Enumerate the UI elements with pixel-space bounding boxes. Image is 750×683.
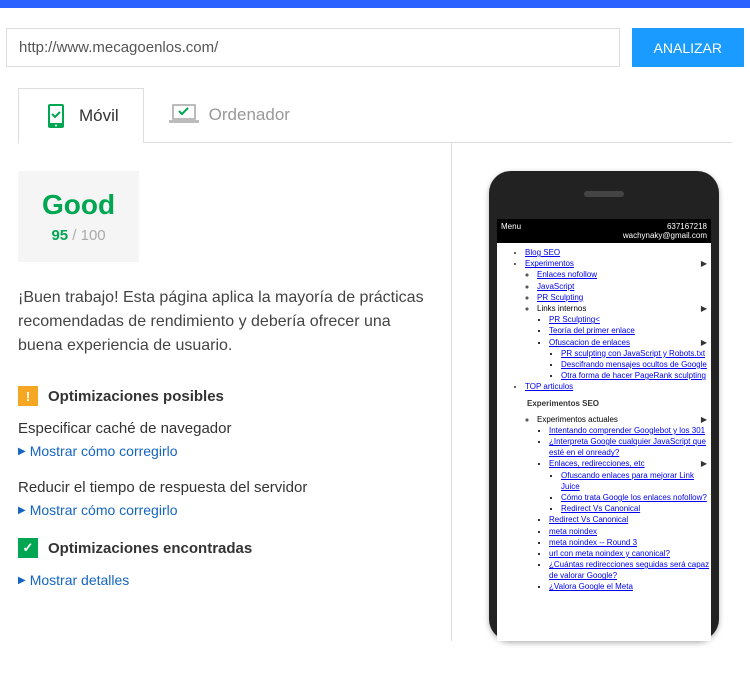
url-row: ANALIZAR <box>6 28 744 67</box>
triangle-icon: ▶ <box>18 505 26 516</box>
preview-link[interactable]: PR Sculpting <box>537 293 583 302</box>
content-row: Good 95 / 100 ¡Buen trabajo! Esta página… <box>18 143 732 641</box>
phone-screen: Menu 637167218wachynaky@gmail.com Blog S… <box>497 219 711 641</box>
analyze-button[interactable]: ANALIZAR <box>632 28 744 67</box>
preview-link[interactable]: Intentando comprender Googlebot y los 30… <box>549 426 705 435</box>
preview-link[interactable]: JavaScript <box>537 282 574 291</box>
preview-contact: 637167218wachynaky@gmail.com <box>623 222 707 240</box>
container: ANALIZAR Móvil Ordenador Good 95 / 100 ¡… <box>0 8 750 641</box>
preview-link[interactable]: meta noindex -- Round 3 <box>549 538 637 547</box>
preview-link[interactable]: Redirect Vs Canonical <box>561 504 640 513</box>
link-text: Mostrar cómo corregirlo <box>30 502 178 518</box>
preview-menu: Menu <box>501 222 521 240</box>
show-details-link[interactable]: ▶ Mostrar detalles <box>18 572 429 588</box>
mobile-check-icon <box>43 103 69 129</box>
preview-link[interactable]: Blog SEO <box>525 248 560 257</box>
preview-text: Experimentos actuales <box>537 415 618 424</box>
preview-link[interactable]: PR sculpting con JavaScript y Robots.txt <box>561 349 705 358</box>
score-card: Good 95 / 100 <box>18 171 139 262</box>
warning-icon: ! <box>18 386 38 406</box>
preview-link[interactable]: Enlaces nofollow <box>537 270 597 279</box>
preview-header: Menu 637167218wachynaky@gmail.com <box>497 219 711 243</box>
tab-desktop[interactable]: Ordenador <box>144 87 315 142</box>
section-found-title: Optimizaciones encontradas <box>48 540 252 557</box>
preview-link[interactable]: Ofuscacion de enlaces <box>549 338 630 347</box>
preview-link[interactable]: ¿Valora Google el Meta <box>549 582 633 591</box>
show-fix-link[interactable]: ▶ Mostrar cómo corregirlo <box>18 502 429 518</box>
tab-mobile[interactable]: Móvil <box>18 88 144 143</box>
preview-link[interactable]: ¿Interpreta Google cualquier JavaScript … <box>549 437 706 457</box>
preview-link[interactable]: Cómo trata Google los enlaces nofollow? <box>561 493 707 502</box>
preview-link[interactable]: meta noindex <box>549 527 597 536</box>
section-found-head: ✓ Optimizaciones encontradas <box>18 538 429 558</box>
tab-mobile-label: Móvil <box>79 106 119 126</box>
preview-link[interactable]: Descifrando mensajes ocultos de Google <box>561 360 707 369</box>
link-text: Mostrar detalles <box>30 572 130 588</box>
item-title: Especificar caché de navegador <box>18 420 429 437</box>
score-number: 95 / 100 <box>42 227 115 244</box>
preview-link[interactable]: PR Sculpting< <box>549 315 600 324</box>
score-value: 95 <box>51 227 68 244</box>
triangle-icon: ▶ <box>18 446 26 457</box>
preview-link[interactable]: ¿Cuántas redirecciones seguidas será cap… <box>549 560 709 580</box>
preview-link[interactable]: Experimentos <box>525 259 574 268</box>
tab-desktop-label: Ordenador <box>209 105 290 125</box>
optimization-item: Especificar caché de navegador ▶ Mostrar… <box>18 420 429 459</box>
optimization-item: Reducir el tiempo de respuesta del servi… <box>18 479 429 518</box>
preview-link[interactable]: Teoría del primer enlace <box>549 326 635 335</box>
phone-mockup: Menu 637167218wachynaky@gmail.com Blog S… <box>489 171 719 641</box>
score-max: / 100 <box>68 227 106 244</box>
preview-link[interactable]: Otra forma de hacer PageRank sculpting <box>561 371 706 380</box>
right-pane: Menu 637167218wachynaky@gmail.com Blog S… <box>452 143 732 641</box>
top-bar <box>0 0 750 8</box>
show-fix-link[interactable]: ▶ Mostrar cómo corregirlo <box>18 443 429 459</box>
desktop-check-icon <box>169 102 199 128</box>
preview-link[interactable]: Ofuscando enlaces para mejorar Link Juic… <box>561 471 694 491</box>
url-input[interactable] <box>6 28 620 67</box>
tabs: Móvil Ordenador <box>18 87 732 143</box>
preview-text: Links internos <box>537 304 586 313</box>
preview-link[interactable]: TOP articulos <box>525 382 573 391</box>
section-possible-head: ! Optimizaciones posibles <box>18 386 429 406</box>
preview-link[interactable]: Enlaces, redirecciones, etc <box>549 459 645 468</box>
preview-heading: Experimentos SEO <box>527 399 599 408</box>
check-icon: ✓ <box>18 538 38 558</box>
link-text: Mostrar cómo corregirlo <box>30 443 178 459</box>
description-text: ¡Buen trabajo! Esta página aplica la may… <box>18 286 429 358</box>
preview-body: Blog SEO Experimentos▶ Enlaces nofollow … <box>497 243 711 597</box>
preview-link[interactable]: Redirect Vs Canonical <box>549 515 628 524</box>
score-label: Good <box>42 189 115 221</box>
item-title: Reducir el tiempo de respuesta del servi… <box>18 479 429 496</box>
left-pane: Good 95 / 100 ¡Buen trabajo! Esta página… <box>18 143 452 641</box>
section-possible-title: Optimizaciones posibles <box>48 388 224 405</box>
triangle-icon: ▶ <box>18 575 26 586</box>
preview-link[interactable]: url con meta noindex y canonical? <box>549 549 670 558</box>
